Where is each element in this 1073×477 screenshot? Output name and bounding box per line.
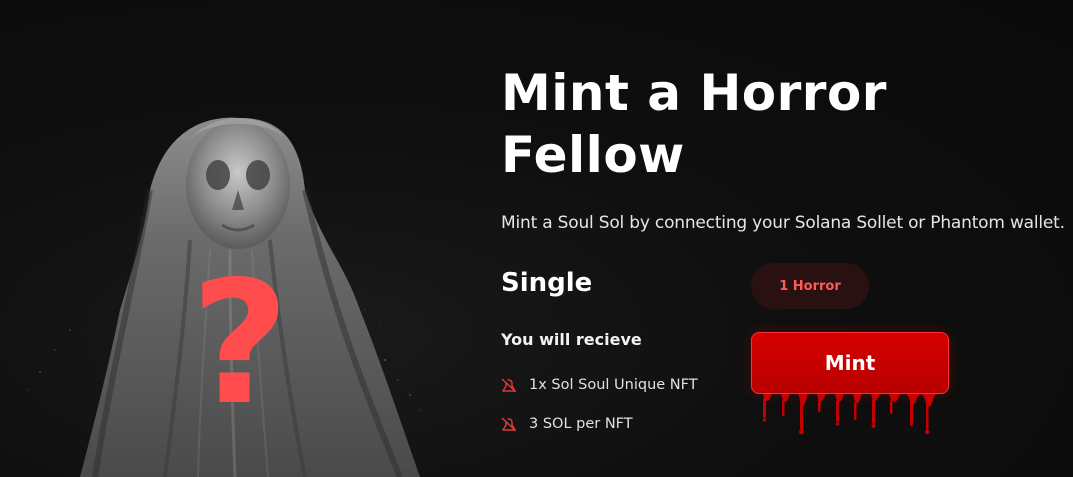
mint-button-group: Mint (751, 332, 949, 436)
mint-panel: Mint a Horror Fellow Mint a Soul Sol by … (501, 0, 1073, 477)
benefit-label: 3 SOL per NFT (529, 416, 633, 432)
benefits-list: 1x Sol Soul Unique NFT 3 SOL per NFT (501, 374, 698, 452)
mint-button[interactable]: Mint (751, 332, 949, 394)
mint-button-label: Mint (824, 351, 876, 375)
list-item: 3 SOL per NFT (501, 413, 698, 435)
quantity-label: 1 Horror (779, 278, 841, 294)
slash-bell-icon (501, 417, 517, 432)
ghost-artwork: ? (27, 117, 421, 477)
list-item: 1x Sol Soul Unique NFT (501, 374, 698, 396)
mint-section: ? Mint a Horror Fellow Mint a Soul Sol b… (0, 0, 1073, 477)
plan-title: Single (501, 268, 593, 298)
page-title: Mint a Horror Fellow (501, 64, 887, 184)
slash-bell-icon (501, 378, 517, 393)
page-subtitle: Mint a Soul Sol by connecting your Solan… (501, 213, 1065, 233)
quantity-badge[interactable]: 1 Horror (751, 263, 869, 309)
benefit-label: 1x Sol Soul Unique NFT (529, 377, 698, 393)
question-mark-icon: ? (191, 245, 290, 443)
receive-heading: You will recieve (501, 330, 642, 349)
